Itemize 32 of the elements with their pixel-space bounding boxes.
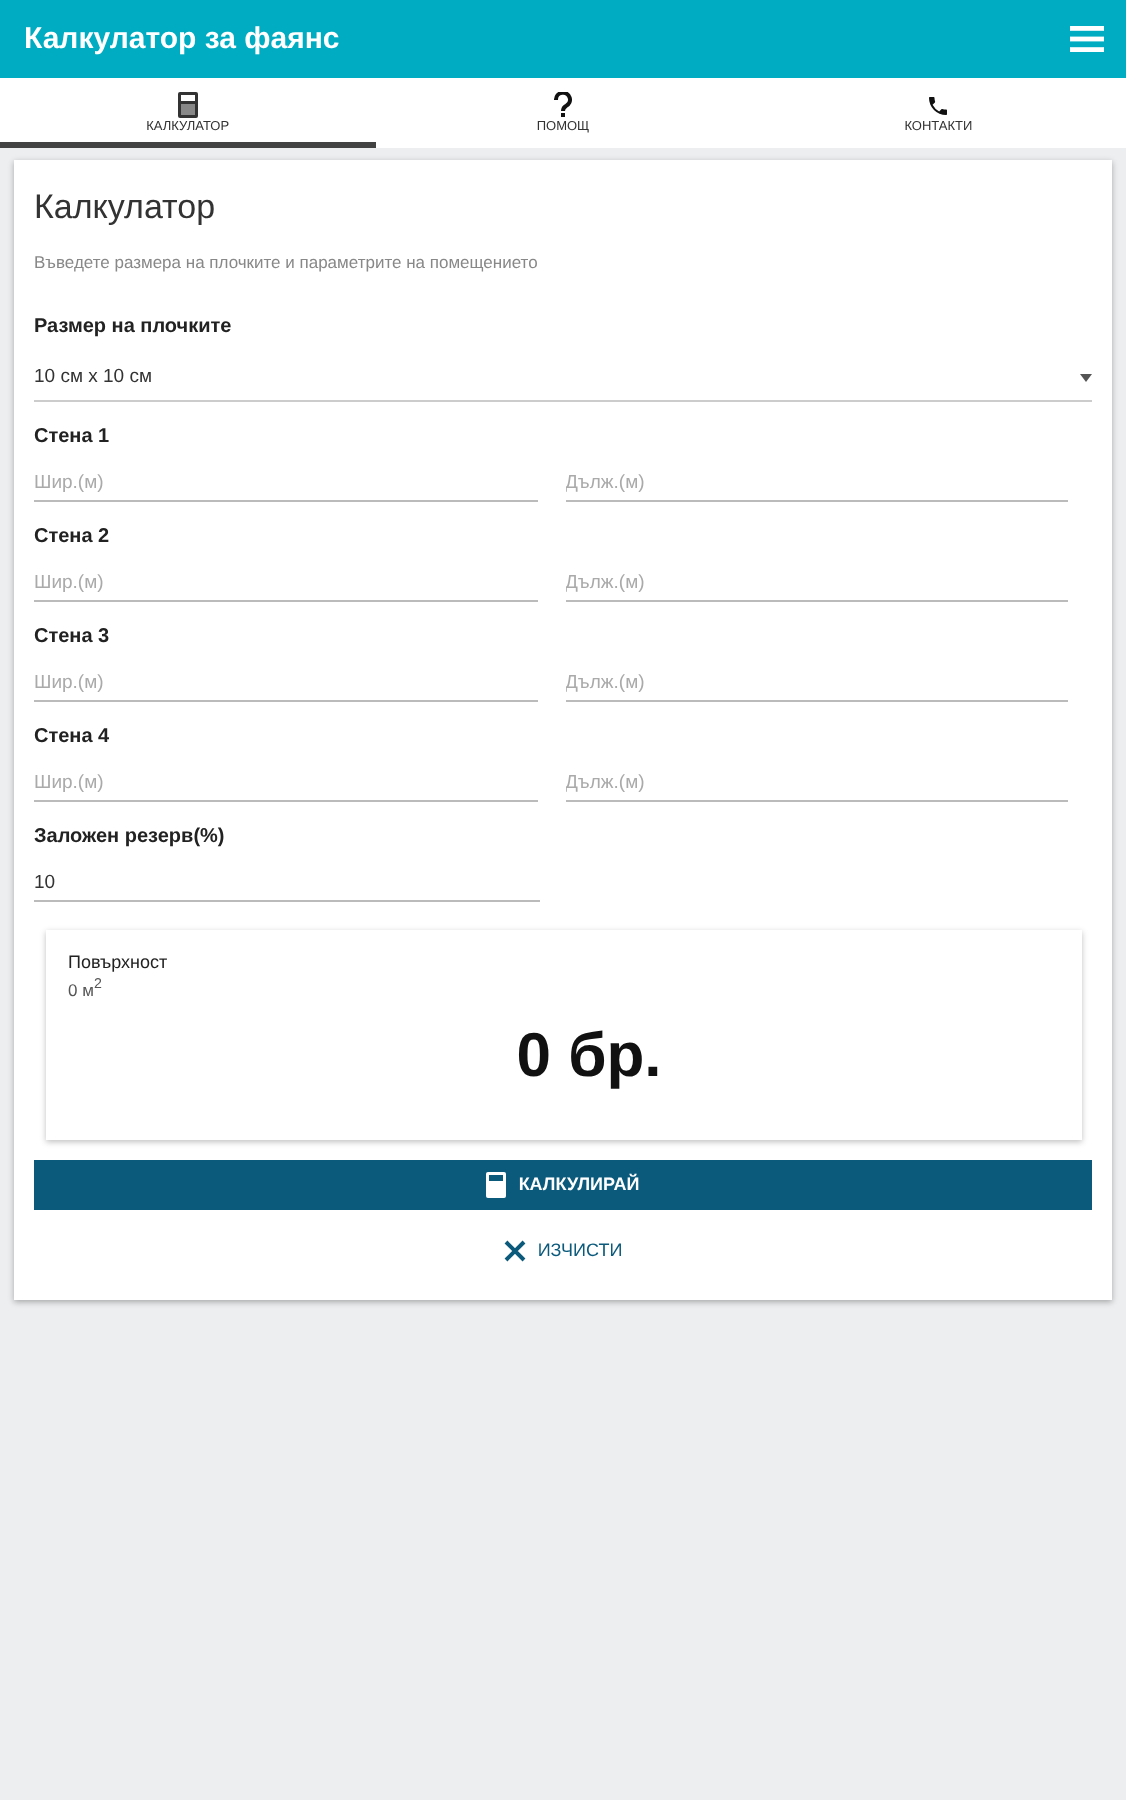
question-mark-icon [554, 92, 572, 118]
tile-size-select[interactable]: 10 см x 10 см [34, 358, 1092, 402]
tile-count: 0 бр. [516, 1019, 662, 1092]
wall-label: Стена 2 [34, 526, 112, 548]
calculate-button[interactable]: КАЛКУЛИРАЙ [34, 1159, 1092, 1210]
field-label: Размер на плочките [34, 316, 234, 338]
field-label: Заложен резерв(%) [34, 826, 227, 848]
menu-button[interactable] [1070, 26, 1104, 52]
width-input[interactable]: Шир.(м) [34, 768, 537, 802]
phone-icon [926, 93, 951, 117]
length-input[interactable]: Дълж.(м) [565, 568, 1068, 602]
card-subtitle: Въведете размера на плочките и параметрите на помещението [34, 252, 540, 272]
length-input[interactable]: Дълж.(м) [565, 668, 1068, 702]
calculator-icon [486, 1171, 507, 1198]
app-title: Калкулатор за фаянс [24, 22, 340, 56]
length-input[interactable]: Дълж.(м) [565, 768, 1068, 802]
calculator-icon [177, 92, 198, 118]
reserve-input[interactable]: 10 [34, 868, 540, 902]
close-icon [503, 1239, 526, 1262]
width-input[interactable]: Шир.(м) [34, 668, 537, 702]
area-value: 0 м$^{2}$ [68, 976, 104, 1000]
wall-label: Стена 3 [34, 626, 112, 648]
width-input[interactable]: Шир.(м) [34, 568, 537, 602]
width-input[interactable]: Шир.(м) [34, 468, 537, 502]
length-input[interactable]: Дълж.(м) [565, 468, 1068, 502]
clear-button[interactable]: ИЗЧИСТИ [491, 1237, 635, 1264]
card-title: Калкулатор [34, 188, 218, 228]
wall-label: Стена 4 [34, 726, 112, 748]
wall-label: Стена 1 [34, 426, 112, 448]
dropdown-caret-icon [1080, 373, 1092, 381]
result-label: Повърхност [68, 952, 170, 972]
menu-icon [1070, 26, 1104, 52]
